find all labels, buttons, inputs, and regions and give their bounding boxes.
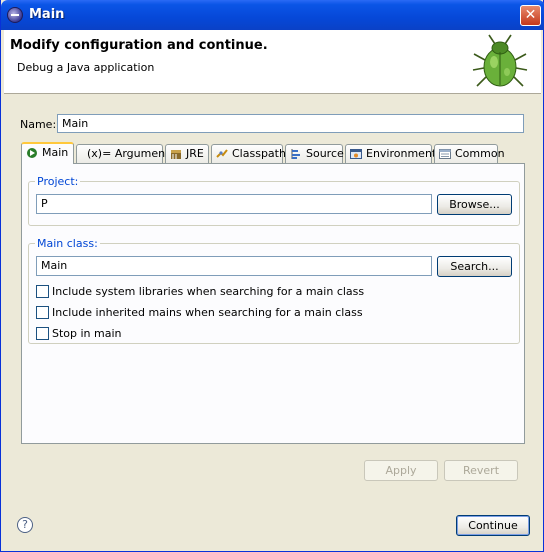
include-inherited-mains-checkbox[interactable] xyxy=(36,306,49,319)
stop-in-main-label: Stop in main xyxy=(52,327,122,340)
tab-jre[interactable]: JRE xyxy=(165,144,209,163)
bug-icon xyxy=(472,34,528,87)
include-inherited-mains-label: Include inherited mains when searching f… xyxy=(52,306,363,319)
main-class-group: Main class: Main Search... Include syste… xyxy=(28,237,520,344)
classpath-icon xyxy=(216,148,228,160)
window-title: Main xyxy=(29,7,65,22)
common-icon xyxy=(439,148,451,160)
tab-arguments[interactable]: (x)= Arguments xyxy=(76,144,175,163)
revert-button[interactable]: Revert xyxy=(444,460,518,481)
tab-main[interactable]: Main xyxy=(21,142,74,164)
jre-icon xyxy=(170,148,182,160)
tab-panel-main: Project: P Browse... Main class: Main Se… xyxy=(21,163,525,444)
tab-common-label: Common xyxy=(455,147,505,160)
main-tab-icon xyxy=(26,147,38,159)
project-group: Project: P Browse... xyxy=(28,175,520,226)
name-input[interactable]: Main xyxy=(57,114,524,133)
search-button[interactable]: Search... xyxy=(437,256,512,277)
banner-title: Modify configuration and continue. xyxy=(10,38,268,53)
project-input[interactable]: P xyxy=(36,194,432,214)
tab-source[interactable]: Source xyxy=(285,144,344,163)
tab-environment[interactable]: Environment xyxy=(345,144,436,163)
include-system-libraries-checkbox[interactable] xyxy=(36,285,49,298)
eclipse-icon xyxy=(7,7,23,23)
help-icon[interactable]: ? xyxy=(17,517,33,533)
tab-environment-label: Environment xyxy=(366,147,437,160)
environment-icon xyxy=(350,148,362,160)
tab-classpath[interactable]: Classpath xyxy=(211,144,286,163)
project-group-label: Project: xyxy=(35,175,81,188)
main-class-group-label: Main class: xyxy=(35,237,100,250)
main-class-input[interactable]: Main xyxy=(36,256,432,276)
name-label: Name: xyxy=(20,118,57,131)
header-banner: Modify configuration and continue. Debug… xyxy=(4,30,541,94)
stop-in-main-checkbox[interactable] xyxy=(36,327,49,340)
continue-button[interactable]: Continue xyxy=(456,515,530,536)
tab-jre-label: JRE xyxy=(186,147,204,160)
include-system-libraries-label: Include system libraries when searching … xyxy=(52,285,365,298)
banner-subtitle: Debug a Java application xyxy=(17,61,155,74)
dialog-window: Main ✕ Modify configuration and continue… xyxy=(0,0,544,552)
tab-classpath-label: Classpath xyxy=(232,147,286,160)
close-button[interactable]: ✕ xyxy=(520,5,541,26)
source-icon xyxy=(290,148,302,160)
tab-main-label: Main xyxy=(42,146,69,159)
apply-button[interactable]: Apply xyxy=(364,460,438,481)
browse-button[interactable]: Browse... xyxy=(437,194,512,215)
title-bar[interactable]: Main ✕ xyxy=(1,0,544,30)
tab-common[interactable]: Common xyxy=(434,144,505,163)
tab-source-label: Source xyxy=(306,147,344,160)
arguments-icon: (x)= xyxy=(87,147,112,160)
